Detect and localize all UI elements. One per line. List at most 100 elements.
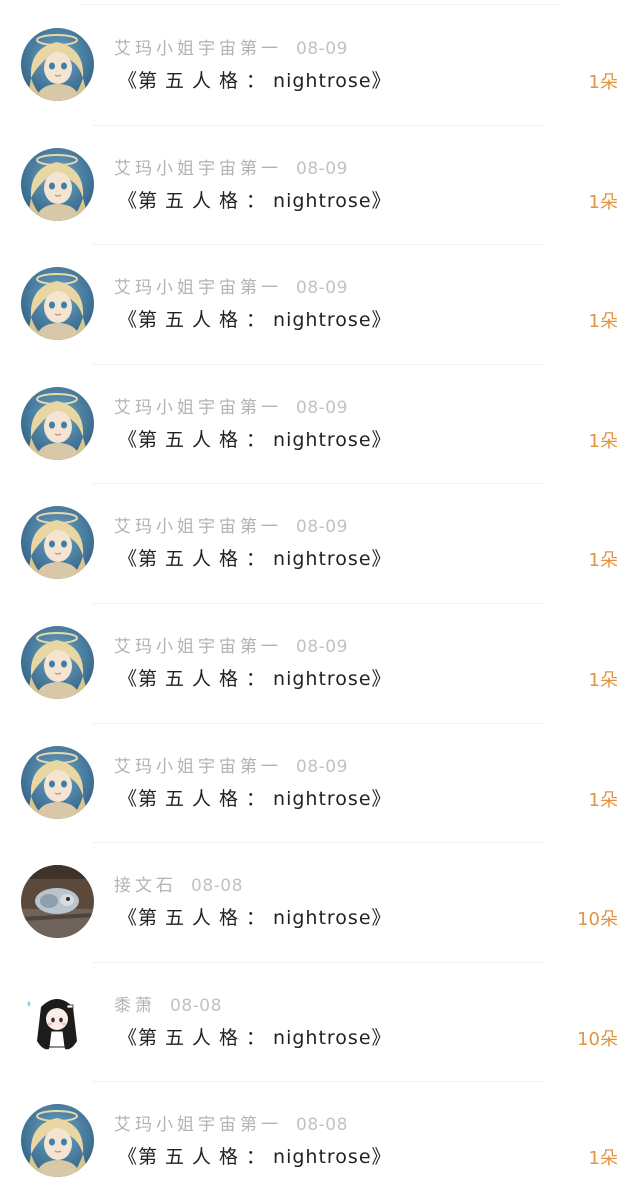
username[interactable]: 艾玛小姐宇宙第一 xyxy=(114,1115,282,1135)
top-divider xyxy=(80,4,560,5)
gift-title-text: 第五人格： xyxy=(138,189,274,212)
gift-title-close-quote: 》 xyxy=(371,548,392,571)
avatar[interactable] xyxy=(21,865,94,939)
timestamp: 08-09 xyxy=(296,397,348,418)
gift-title[interactable]: 《第五人格：nightrose》 xyxy=(118,1142,392,1169)
gift-title-latin: nightrose xyxy=(273,1146,372,1169)
list-item[interactable]: 艾玛小姐宇宙第一 08-09 《第五人格：nightrose》 1朵 xyxy=(0,484,640,604)
gift-title[interactable]: 《第五人格：nightrose》 xyxy=(118,305,392,332)
gift-title-close-quote: 》 xyxy=(371,428,392,451)
row-meta: 艾玛小姐宇宙第一 08-09 xyxy=(114,752,348,777)
gift-title-latin: nightrose xyxy=(273,667,372,690)
timestamp: 08-09 xyxy=(296,39,348,59)
gift-title-open-quote: 《 xyxy=(118,1146,139,1169)
gift-title-open-quote: 《 xyxy=(118,428,139,451)
gift-title-latin: nightrose xyxy=(273,189,372,212)
username[interactable]: 艾玛小姐宇宙第一 xyxy=(114,398,282,418)
gift-title-text: 第五人格： xyxy=(138,667,274,690)
gift-title-text: 第五人格： xyxy=(138,787,274,810)
flower-count: 10朵 xyxy=(577,909,618,931)
row-meta: 艾玛小姐宇宙第一 08-09 xyxy=(114,273,348,298)
avatar[interactable] xyxy=(21,506,94,580)
avatar[interactable] xyxy=(21,745,94,819)
gift-title-open-quote: 《 xyxy=(118,309,139,332)
flower-count: 1朵 xyxy=(588,550,618,572)
gift-title-latin: nightrose xyxy=(273,548,372,571)
list-item[interactable]: 接文石 08-08 《第五人格：nightrose》 10朵 xyxy=(0,843,640,963)
row-meta: 接文石 08-08 xyxy=(114,871,243,896)
avatar[interactable] xyxy=(21,984,94,1058)
gift-title-open-quote: 《 xyxy=(118,787,139,810)
flower-count: 1朵 xyxy=(588,1148,618,1170)
username[interactable]: 艾玛小姐宇宙第一 xyxy=(114,278,282,298)
username[interactable]: 接文石 xyxy=(114,876,177,896)
list-item[interactable]: 艾玛小姐宇宙第一 08-09 《第五人格：nightrose》 1朵 xyxy=(0,365,640,485)
gift-title-text: 第五人格： xyxy=(138,1026,274,1049)
gift-title-close-quote: 》 xyxy=(371,189,392,212)
list-item[interactable]: 艾玛小姐宇宙第一 08-09 《第五人格：nightrose》 1朵 xyxy=(0,6,640,126)
avatar[interactable] xyxy=(21,1104,94,1178)
avatar[interactable] xyxy=(21,625,94,699)
gift-title[interactable]: 《第五人格：nightrose》 xyxy=(118,903,392,930)
timestamp: 08-09 xyxy=(296,517,348,538)
username[interactable]: 艾玛小姐宇宙第一 xyxy=(114,517,282,537)
row-meta: 艾玛小姐宇宙第一 08-09 xyxy=(114,154,348,179)
gift-title[interactable]: 《第五人格：nightrose》 xyxy=(118,186,392,213)
gift-title[interactable]: 《第五人格：nightrose》 xyxy=(118,66,392,93)
row-meta: 艾玛小姐宇宙第一 08-09 xyxy=(114,34,348,59)
username[interactable]: 艾玛小姐宇宙第一 xyxy=(114,39,282,59)
flower-count: 1朵 xyxy=(588,191,618,213)
username[interactable]: 艾玛小姐宇宙第一 xyxy=(114,757,282,777)
avatar[interactable] xyxy=(21,267,94,341)
avatar[interactable] xyxy=(21,147,94,221)
gift-title[interactable]: 《第五人格：nightrose》 xyxy=(118,425,392,452)
gift-title-text: 第五人格： xyxy=(138,1146,274,1169)
username[interactable]: 黍萧 xyxy=(114,996,156,1016)
row-meta: 艾玛小姐宇宙第一 08-09 xyxy=(114,393,348,418)
flower-count: 1朵 xyxy=(588,430,618,452)
row-meta: 艾玛小姐宇宙第一 08-09 xyxy=(114,632,348,657)
gift-title[interactable]: 《第五人格：nightrose》 xyxy=(118,1023,392,1050)
avatar[interactable] xyxy=(21,28,94,101)
flower-count: 1朵 xyxy=(588,789,618,811)
gift-title-text: 第五人格： xyxy=(138,70,274,92)
username[interactable]: 艾玛小姐宇宙第一 xyxy=(114,159,282,179)
flower-count: 1朵 xyxy=(588,72,618,93)
gift-title-open-quote: 《 xyxy=(118,548,139,571)
gift-title-latin: nightrose xyxy=(273,428,372,451)
gift-record-list: 艾玛小姐宇宙第一 08-09 《第五人格：nightrose》 1朵 艾玛小姐宇宙第一… xyxy=(0,6,640,1202)
gift-title-close-quote: 》 xyxy=(371,1146,392,1169)
gift-title-open-quote: 《 xyxy=(118,907,139,930)
timestamp: 08-09 xyxy=(296,278,348,299)
gift-title-close-quote: 》 xyxy=(371,667,392,690)
username[interactable]: 艾玛小姐宇宙第一 xyxy=(114,637,282,657)
timestamp: 08-09 xyxy=(296,636,348,657)
list-item[interactable]: 艾玛小姐宇宙第一 08-09 《第五人格：nightrose》 1朵 xyxy=(0,604,640,724)
list-item[interactable]: 黍萧 08-08 《第五人格：nightrose》 10朵 xyxy=(0,963,640,1083)
gift-title-text: 第五人格： xyxy=(138,548,274,571)
gift-title[interactable]: 《第五人格：nightrose》 xyxy=(118,784,392,811)
flower-count: 10朵 xyxy=(577,1028,618,1050)
avatar[interactable] xyxy=(21,386,94,460)
flower-count: 1朵 xyxy=(588,669,618,691)
gift-title-text: 第五人格： xyxy=(138,309,274,332)
list-item[interactable]: 艾玛小姐宇宙第一 08-09 《第五人格：nightrose》 1朵 xyxy=(0,126,640,246)
gift-title-latin: nightrose xyxy=(273,1026,372,1049)
timestamp: 08-09 xyxy=(296,756,348,777)
gift-title-close-quote: 》 xyxy=(371,787,392,810)
gift-title-open-quote: 《 xyxy=(118,70,139,92)
gift-title[interactable]: 《第五人格：nightrose》 xyxy=(118,544,392,571)
gift-title-text: 第五人格： xyxy=(138,907,274,930)
flower-count: 1朵 xyxy=(588,311,618,333)
gift-title-close-quote: 》 xyxy=(371,309,392,332)
gift-title[interactable]: 《第五人格：nightrose》 xyxy=(118,664,392,691)
list-item[interactable]: 艾玛小姐宇宙第一 08-09 《第五人格：nightrose》 1朵 xyxy=(0,724,640,844)
timestamp: 08-08 xyxy=(170,995,222,1016)
list-item[interactable]: 艾玛小姐宇宙第一 08-09 《第五人格：nightrose》 1朵 xyxy=(0,245,640,365)
gift-title-latin: nightrose xyxy=(273,787,372,810)
timestamp: 08-08 xyxy=(296,1115,348,1136)
gift-title-open-quote: 《 xyxy=(118,667,139,690)
gift-title-latin: nightrose xyxy=(273,907,372,930)
gift-title-close-quote: 》 xyxy=(371,1026,392,1049)
gift-title-latin: nightrose xyxy=(273,309,372,332)
